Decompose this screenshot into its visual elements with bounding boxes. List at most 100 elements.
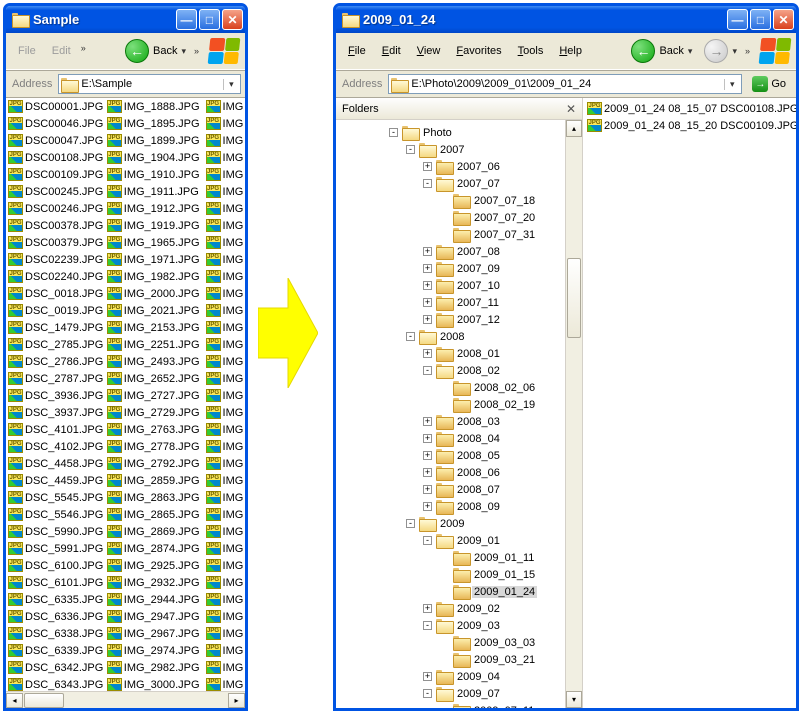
file-item[interactable]: IMG_1888.JPG	[105, 98, 204, 115]
file-item[interactable]: IMG_2493.JPG	[105, 353, 204, 370]
file-item[interactable]: IMG_2932.JPG	[105, 574, 204, 591]
file-item[interactable]: DSC_3937.JPG	[6, 404, 105, 421]
expand-toggle[interactable]: +	[423, 298, 432, 307]
close-folders-button[interactable]: ✕	[566, 102, 576, 116]
file-item[interactable]: DSC_2785.JPG	[6, 336, 105, 353]
scroll-up[interactable]: ▴	[566, 120, 582, 137]
file-item[interactable]: DSC00108.JPG	[6, 149, 105, 166]
folder-tree[interactable]: -Photo-2007+2007_06-2007_072007_07_18200…	[336, 120, 565, 708]
file-item[interactable]: IMG_2974.JPG	[105, 642, 204, 659]
menu-tools[interactable]: Tools	[512, 43, 550, 59]
forward-dropdown[interactable]: ▾	[732, 46, 737, 57]
file-item[interactable]: IMG_2947.JPG	[105, 608, 204, 625]
file-item[interactable]: IMG_1895.JPG	[105, 115, 204, 132]
file-item[interactable]: IMG	[204, 421, 245, 438]
file-item[interactable]: IMG	[204, 132, 245, 149]
scroll-track[interactable]	[566, 137, 582, 257]
file-item[interactable]: DSC00046.JPG	[6, 115, 105, 132]
tree-node[interactable]: 2009_01_24	[338, 583, 565, 600]
menu-file[interactable]: File	[12, 43, 42, 59]
expand-toggle[interactable]: +	[423, 247, 432, 256]
file-item[interactable]: DSC02239.JPG	[6, 251, 105, 268]
menu-overflow[interactable]: »	[81, 43, 86, 59]
file-item[interactable]: IMG	[204, 608, 245, 625]
tree-node[interactable]: 2009_03_03	[338, 634, 565, 651]
file-item[interactable]: DSC_6100.JPG	[6, 557, 105, 574]
address-input[interactable]	[411, 78, 724, 90]
expand-toggle[interactable]: +	[423, 162, 432, 171]
expand-toggle[interactable]: +	[423, 281, 432, 290]
address-combo[interactable]: ▾	[58, 74, 241, 94]
file-item[interactable]: IMG_2778.JPG	[105, 438, 204, 455]
tree-node[interactable]: +2007_08	[338, 243, 565, 260]
expand-toggle[interactable]: +	[423, 604, 432, 613]
file-item[interactable]: IMG_2763.JPG	[105, 421, 204, 438]
toolbar-overflow[interactable]: »	[745, 46, 750, 56]
forward-button[interactable]: → ▾	[700, 37, 741, 65]
tree-node[interactable]: 2009_07_11	[338, 702, 565, 708]
file-item[interactable]: IMG_2925.JPG	[105, 557, 204, 574]
titlebar[interactable]: 2009_01_24 — □ ✕	[336, 6, 796, 33]
collapse-toggle[interactable]: -	[423, 366, 432, 375]
tree-node[interactable]: +2007_09	[338, 260, 565, 277]
tree-node[interactable]: -2009	[338, 515, 565, 532]
file-item[interactable]: DSC00245.JPG	[6, 183, 105, 200]
file-item[interactable]: DSC00001.JPG	[6, 98, 105, 115]
menu-view[interactable]: View	[411, 43, 447, 59]
titlebar[interactable]: Sample — □ ✕	[6, 6, 245, 33]
expand-toggle[interactable]: +	[423, 264, 432, 273]
tree-node[interactable]: -2009_07	[338, 685, 565, 702]
collapse-toggle[interactable]: -	[423, 689, 432, 698]
collapse-toggle[interactable]: -	[406, 145, 415, 154]
expand-toggle[interactable]: +	[423, 417, 432, 426]
back-button[interactable]: ← Back ▾	[627, 37, 696, 65]
file-item[interactable]: IMG	[204, 387, 245, 404]
go-button[interactable]: → Go	[748, 75, 790, 93]
minimize-button[interactable]: —	[176, 9, 197, 30]
file-item[interactable]: DSC_6343.JPG	[6, 676, 105, 691]
tree-node[interactable]: -2008	[338, 328, 565, 345]
file-item[interactable]: IMG_1911.JPG	[105, 183, 204, 200]
tree-node[interactable]: 2007_07_20	[338, 209, 565, 226]
file-item[interactable]: 2009_01_24 08_15_07 DSC00108.JPG	[585, 100, 794, 117]
file-item[interactable]: IMG	[204, 98, 245, 115]
file-item[interactable]: DSC00246.JPG	[6, 200, 105, 217]
file-item[interactable]: IMG_2944.JPG	[105, 591, 204, 608]
file-item[interactable]: IMG_2869.JPG	[105, 523, 204, 540]
collapse-toggle[interactable]: -	[423, 621, 432, 630]
file-item[interactable]: IMG	[204, 166, 245, 183]
file-item[interactable]: IMG_1971.JPG	[105, 251, 204, 268]
tree-node[interactable]: +2008_04	[338, 430, 565, 447]
back-dropdown[interactable]: ▾	[181, 46, 186, 57]
file-item[interactable]: DSC_6339.JPG	[6, 642, 105, 659]
menu-favorites[interactable]: Favorites	[450, 43, 507, 59]
file-item[interactable]: DSC_6336.JPG	[6, 608, 105, 625]
file-item[interactable]: DSC_4101.JPG	[6, 421, 105, 438]
collapse-toggle[interactable]: -	[406, 519, 415, 528]
expand-toggle[interactable]: +	[423, 451, 432, 460]
minimize-button[interactable]: —	[727, 9, 748, 30]
collapse-toggle[interactable]: -	[423, 179, 432, 188]
tree-node[interactable]: +2008_07	[338, 481, 565, 498]
file-item[interactable]: IMG_2967.JPG	[105, 625, 204, 642]
tree-node[interactable]: -2009_03	[338, 617, 565, 634]
expand-toggle[interactable]: +	[423, 315, 432, 324]
file-item[interactable]: IMG	[204, 285, 245, 302]
file-item[interactable]: IMG_1919.JPG	[105, 217, 204, 234]
file-item[interactable]: IMG	[204, 472, 245, 489]
file-item[interactable]: IMG	[204, 540, 245, 557]
back-button[interactable]: ← Back ▾	[121, 37, 190, 65]
tree-node[interactable]: +2008_03	[338, 413, 565, 430]
collapse-toggle[interactable]: -	[423, 536, 432, 545]
tree-node[interactable]: 2009_01_11	[338, 549, 565, 566]
file-item[interactable]: IMG_2859.JPG	[105, 472, 204, 489]
menu-edit[interactable]: Edit	[376, 43, 407, 59]
tree-node[interactable]: 2009_01_15	[338, 566, 565, 583]
file-item[interactable]: IMG_1910.JPG	[105, 166, 204, 183]
file-item[interactable]: IMG	[204, 642, 245, 659]
file-item[interactable]: IMG_2874.JPG	[105, 540, 204, 557]
maximize-button[interactable]: □	[199, 9, 220, 30]
file-item[interactable]: DSC00047.JPG	[6, 132, 105, 149]
expand-toggle[interactable]: +	[423, 349, 432, 358]
file-item[interactable]: IMG	[204, 523, 245, 540]
